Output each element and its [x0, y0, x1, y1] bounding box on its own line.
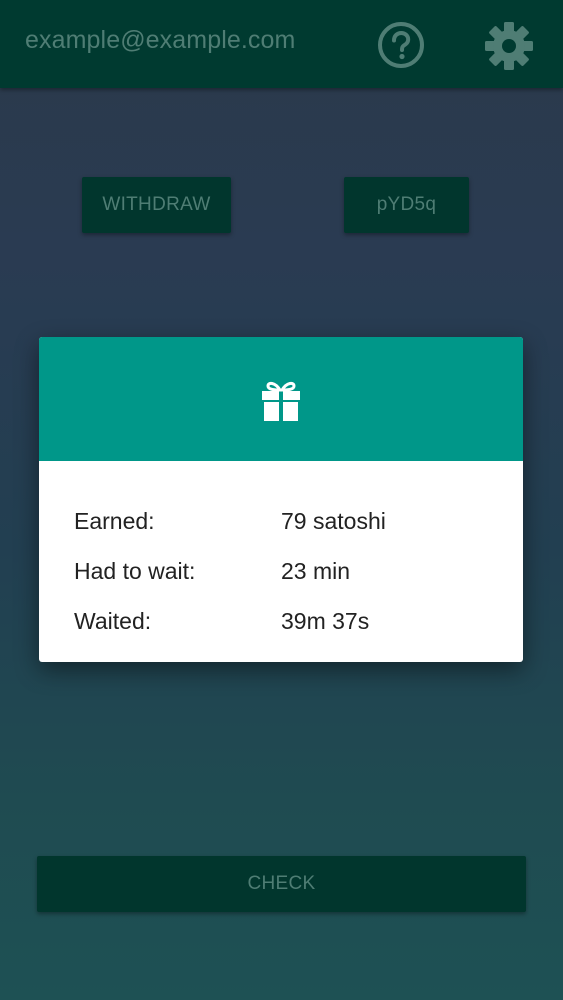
earned-row: Earned: 79 satoshi [39, 508, 523, 544]
dialog-body: Earned: 79 satoshi Had to wait: 23 min W… [39, 461, 523, 662]
referral-code-button[interactable]: pYD5q [344, 177, 469, 233]
dialog-header [39, 337, 523, 461]
check-button[interactable]: CHECK [37, 856, 526, 912]
waited-value: 39m 37s [281, 608, 370, 634]
earned-value: 79 satoshi [281, 508, 386, 534]
waited-label: Waited: [74, 608, 152, 634]
account-email: example@example.com [25, 26, 296, 54]
gear-icon[interactable] [484, 21, 534, 71]
app-bar: example@example.com [0, 0, 563, 88]
waited-row: Waited: 39m 37s [39, 608, 523, 644]
had-to-wait-row: Had to wait: 23 min [39, 558, 523, 594]
help-circle-icon[interactable] [377, 21, 425, 69]
gift-icon [262, 381, 300, 421]
earned-label: Earned: [74, 508, 155, 534]
screen: example@example.com WITHDRAW pYD5q Earne… [0, 0, 563, 1000]
had-to-wait-label: Had to wait: [74, 558, 196, 584]
withdraw-button[interactable]: WITHDRAW [82, 177, 231, 233]
had-to-wait-value: 23 min [281, 558, 351, 584]
reward-dialog: Earned: 79 satoshi Had to wait: 23 min W… [39, 337, 523, 662]
